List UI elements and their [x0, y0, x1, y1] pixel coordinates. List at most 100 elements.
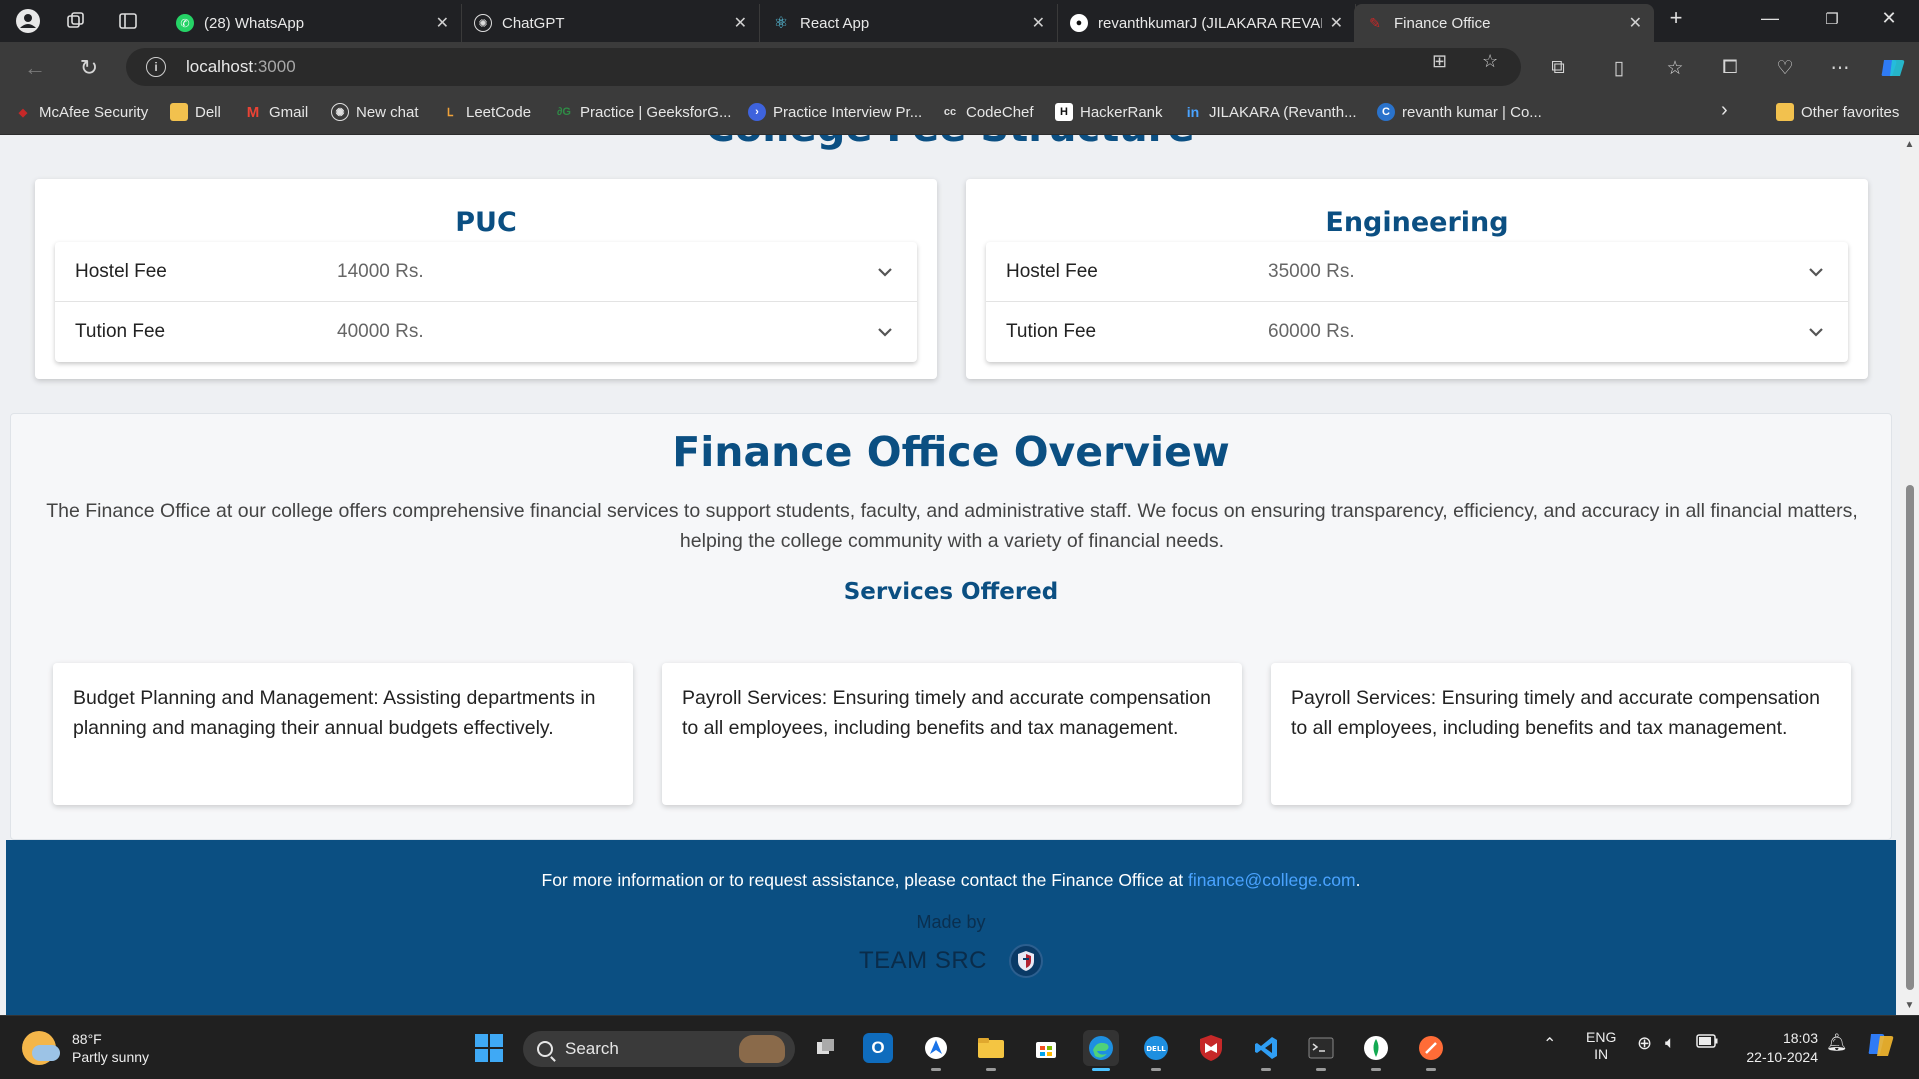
close-icon[interactable]: ✕ — [734, 13, 747, 33]
favorite-dell[interactable]: Dell — [170, 103, 221, 121]
new-tab-button[interactable]: + — [1661, 5, 1691, 31]
fee-label: Tution Fee — [1006, 321, 1097, 342]
restore-button[interactable]: ❐ — [1817, 10, 1847, 28]
file-explorer-icon[interactable] — [973, 1030, 1009, 1071]
tab-react-app[interactable]: ⚛ React App ✕ — [760, 4, 1058, 42]
folder-icon — [1776, 103, 1794, 121]
favorite-mcafee[interactable]: ◆ McAfee Security — [14, 103, 148, 121]
fee-card-engineering: Engineering Hostel Fee 35000 Rs. Tution … — [966, 179, 1868, 379]
vscode-icon[interactable] — [1248, 1030, 1284, 1071]
favorites-bar: ◆ McAfee Security Dell M Gmail ✺ New chat ᒪ… — [0, 92, 1919, 135]
outlook-icon[interactable]: O — [863, 1033, 893, 1063]
favorite-hackerrank[interactable]: H HackerRank — [1055, 103, 1163, 121]
scroll-up-icon[interactable]: ▲ — [1900, 139, 1919, 150]
back-button[interactable]: ← — [20, 53, 50, 83]
chevron-down-icon[interactable] — [1804, 320, 1828, 344]
close-icon[interactable]: ✕ — [436, 13, 449, 33]
favorite-interview[interactable]: › Practice Interview Pr... — [748, 103, 922, 121]
chevron-up-icon[interactable]: ⌃ — [1543, 1034, 1556, 1054]
windows-taskbar: 88°F Partly sunny Search O DELL ⌃ ENG IN… — [0, 1015, 1919, 1079]
workspaces-icon[interactable] — [62, 7, 90, 35]
task-view-icon[interactable] — [808, 1030, 844, 1066]
extensions-icon[interactable]: ⧉ — [1543, 53, 1573, 83]
chevron-right-icon[interactable]: › — [1721, 99, 1728, 122]
accordion-row-tution-fee[interactable]: Tution Fee 60000 Rs. — [986, 302, 1848, 362]
favorite-linkedin[interactable]: in JILAKARA (Revanth... — [1184, 103, 1357, 121]
close-icon[interactable]: ✕ — [1330, 13, 1343, 33]
close-window-button[interactable]: ✕ — [1874, 8, 1904, 29]
whatsapp-icon: ✆ — [176, 14, 194, 32]
page-scrollbar[interactable]: ▲ ▼ — [1900, 135, 1919, 1015]
tab-finance-office[interactable]: ✎ Finance Office ✕ — [1354, 4, 1654, 42]
tab-chatgpt[interactable]: ✺ ChatGPT ✕ — [462, 4, 760, 42]
tab-title: revanthkumarJ (JILAKARA REVAN — [1098, 14, 1322, 32]
network-icon[interactable]: ⊕ — [1637, 1033, 1652, 1054]
microsoft-store-icon[interactable] — [1028, 1030, 1064, 1066]
tab-whatsapp[interactable]: ✆ (28) WhatsApp ✕ — [164, 4, 462, 42]
chevron-down-icon[interactable] — [1804, 260, 1828, 284]
mongodb-compass-icon[interactable] — [1358, 1030, 1394, 1071]
linkedin-icon: in — [1186, 104, 1200, 120]
fee-label: Hostel Fee — [75, 260, 167, 282]
tab-github[interactable]: ● revanthkumarJ (JILAKARA REVAN ✕ — [1058, 4, 1356, 42]
page-title: College Fee Structure — [0, 135, 1900, 151]
app-available-icon[interactable]: ⊞ — [1432, 51, 1447, 72]
folder-icon — [170, 103, 188, 121]
language-indicator[interactable]: ENG IN — [1586, 1029, 1616, 1063]
favorite-codechef[interactable]: cc CodeChef — [941, 103, 1034, 121]
favorite-gmail[interactable]: M Gmail — [244, 103, 308, 121]
collections-icon[interactable]: ⧠ — [1715, 53, 1745, 83]
fee-label: Hostel Fee — [1006, 260, 1098, 282]
minimize-button[interactable]: — — [1755, 8, 1785, 29]
tab-title: Finance Office — [1394, 14, 1491, 32]
profile-icon[interactable] — [14, 7, 42, 35]
close-icon[interactable]: ✕ — [1032, 13, 1045, 33]
copilot-app-icon[interactable] — [918, 1030, 954, 1071]
contact-text: For more information or to request assis… — [541, 870, 1361, 890]
services-title: Services Offered — [843, 579, 1059, 605]
address-bar-row: ← ↻ i localhost:3000 ⊞ ☆ ⧉ ▯ ☆ ⧠ ♡ ⋯ — [0, 42, 1919, 92]
favorite-new-chat[interactable]: ✺ New chat — [331, 103, 419, 121]
copilot-taskbar-icon[interactable] — [1866, 1030, 1896, 1063]
favorites-icon[interactable]: ☆ — [1660, 53, 1690, 83]
notification-bell-icon[interactable]: 🔔︎ — [1826, 1033, 1848, 1053]
fee-accordion: Hostel Fee 14000 Rs. Tution Fee 40000 Rs… — [55, 242, 917, 362]
battery-icon[interactable] — [1696, 1034, 1718, 1051]
url-field[interactable]: i localhost:3000 — [126, 48, 1521, 86]
edge-browser-icon[interactable] — [1083, 1030, 1119, 1071]
running-indicator — [986, 1068, 996, 1071]
accordion-row-tution-fee[interactable]: Tution Fee 40000 Rs. — [55, 302, 917, 362]
dell-icon[interactable]: DELL — [1138, 1030, 1174, 1071]
more-menu-icon[interactable]: ⋯ — [1825, 53, 1855, 83]
volume-icon[interactable]: 🔈︎ — [1665, 1033, 1675, 1053]
accordion-row-hostel-fee[interactable]: Hostel Fee 14000 Rs. — [55, 242, 917, 302]
favorite-geeksforgeeks[interactable]: ∂G Practice | GeeksforG... — [555, 103, 731, 121]
github-icon: ● — [1070, 14, 1088, 32]
chevron-down-icon[interactable] — [873, 260, 897, 284]
search-icon — [537, 1041, 553, 1057]
fee-card-puc: PUC Hostel Fee 14000 Rs. Tution Fee 4000… — [35, 179, 937, 379]
browser-essentials-icon[interactable]: ♡ — [1770, 53, 1800, 83]
postman-icon[interactable] — [1413, 1030, 1449, 1071]
tab-actions-icon[interactable] — [114, 7, 142, 35]
chevron-down-icon[interactable] — [873, 320, 897, 344]
favorite-star-icon[interactable]: ☆ — [1482, 51, 1498, 72]
favorite-coursera[interactable]: Crevanth kumar | Co... — [1377, 103, 1542, 121]
favorite-other[interactable]: Other favorites — [1776, 103, 1899, 121]
favorite-leetcode[interactable]: ᒪ LeetCode — [441, 103, 531, 121]
site-info-icon[interactable]: i — [146, 57, 166, 77]
windows-start-icon[interactable] — [475, 1034, 503, 1062]
taskbar-search[interactable]: Search — [523, 1031, 795, 1067]
reload-button[interactable]: ↻ — [74, 53, 104, 83]
copilot-icon[interactable] — [1878, 53, 1908, 83]
accordion-row-hostel-fee[interactable]: Hostel Fee 35000 Rs. — [986, 242, 1848, 302]
close-icon[interactable]: ✕ — [1629, 13, 1642, 33]
scroll-down-icon[interactable]: ▼ — [1900, 1000, 1919, 1011]
scrollbar-thumb[interactable] — [1906, 485, 1914, 990]
system-clock[interactable]: 18:03 22-10-2024 — [1738, 1029, 1818, 1067]
email-link[interactable]: finance@college.com — [1188, 870, 1356, 890]
mcafee-app-icon[interactable] — [1193, 1030, 1229, 1066]
split-screen-icon[interactable]: ▯ — [1604, 53, 1634, 83]
terminal-icon[interactable] — [1303, 1030, 1339, 1071]
weather-widget[interactable]: 88°F Partly sunny — [22, 1030, 149, 1066]
